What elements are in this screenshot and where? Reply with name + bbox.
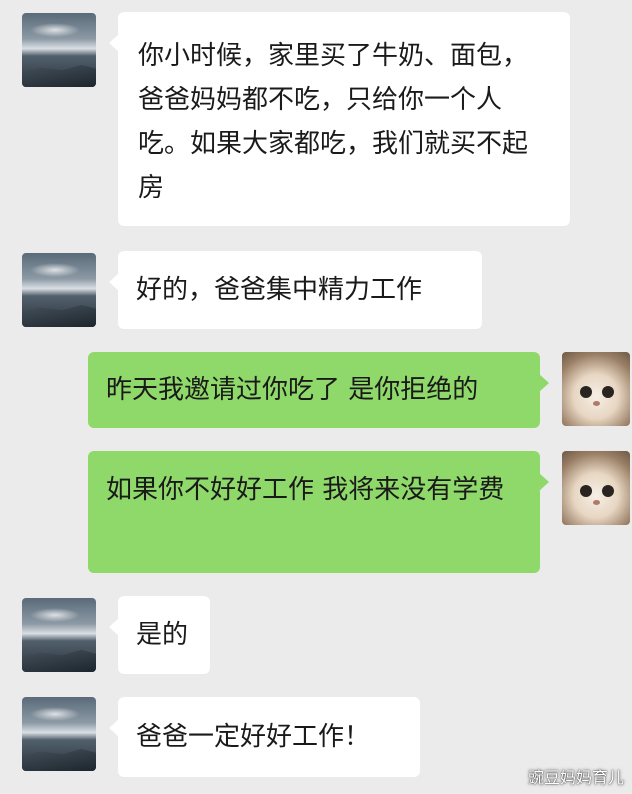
nose-icon: [593, 500, 600, 505]
father-avatar[interactable]: [22, 697, 96, 771]
message-bubble-incoming[interactable]: 爸爸一定好好工作！: [109, 697, 420, 777]
message-text: 昨天我邀请过你吃了 是你拒绝的: [106, 375, 479, 405]
message-bubble-incoming[interactable]: 好的，爸爸集中精力工作: [109, 251, 482, 329]
message-text: 爸爸一定好好工作！: [136, 722, 371, 752]
father-avatar[interactable]: [22, 13, 96, 87]
message-bubble-outgoing[interactable]: 昨天我邀请过你吃了 是你拒绝的: [88, 352, 549, 428]
eye-icon: [580, 485, 592, 497]
nose-icon: [593, 401, 600, 406]
eye-icon: [580, 386, 592, 398]
watermark: 豌豆妈妈育儿: [527, 768, 624, 787]
message-text: 如果你不好好工作 我将来没有学费: [106, 475, 505, 505]
message-bubble-outgoing[interactable]: 如果你不好好工作 我将来没有学费: [88, 451, 549, 573]
eye-icon: [602, 386, 614, 398]
child-avatar[interactable]: [562, 352, 630, 426]
father-avatar[interactable]: [22, 253, 96, 327]
message-text: 好的，爸爸集中精力工作: [136, 275, 423, 305]
chat-window: 你小时候，家里买了牛奶、面包，爸爸妈妈都不吃，只给你一个人吃。如果大家都吃，我们…: [0, 0, 632, 794]
message-bubble-incoming[interactable]: 是的: [109, 596, 210, 674]
message-text: 是的: [136, 620, 189, 650]
eye-icon: [602, 485, 614, 497]
message-bubble-incoming[interactable]: 你小时候，家里买了牛奶、面包，爸爸妈妈都不吃，只给你一个人吃。如果大家都吃，我们…: [109, 12, 570, 226]
child-avatar[interactable]: [562, 451, 630, 525]
message-text: 你小时候，家里买了牛奶、面包，爸爸妈妈都不吃，只给你一个人吃。如果大家都吃，我们…: [138, 41, 529, 203]
father-avatar[interactable]: [22, 598, 96, 672]
